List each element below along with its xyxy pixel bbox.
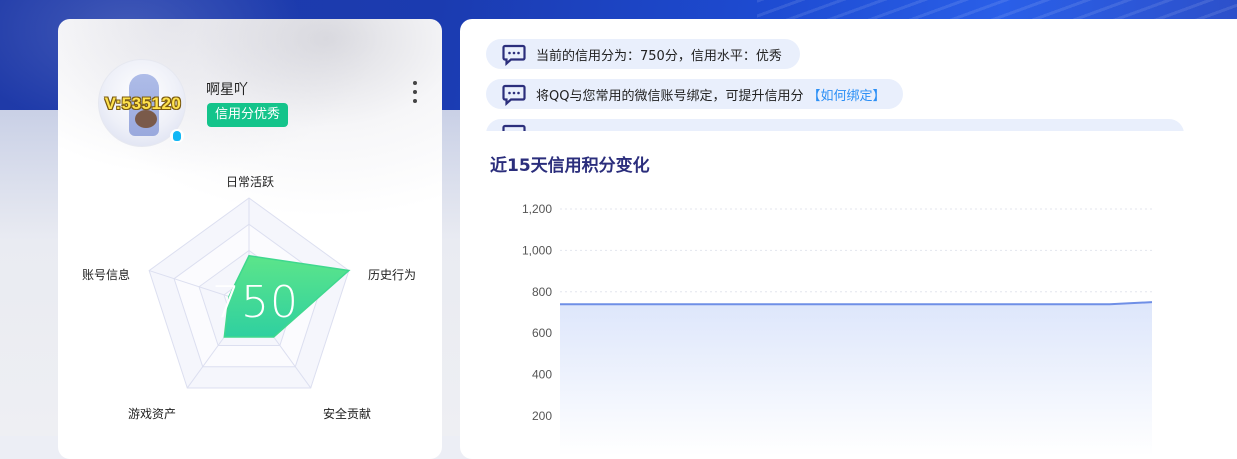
credit-trend-chart: 1,200 1,000 800 600 400 200 <box>460 189 1237 455</box>
radar-label-account-info: 账号信息 <box>82 266 130 283</box>
credit-info-card: 当前的信用分为：750分，信用水平：优秀 将QQ与您常用的微信账号绑定，可提升信… <box>460 19 1237 459</box>
y-tick-label: 200 <box>532 409 552 423</box>
credit-level-badge: 信用分优秀 <box>207 103 288 127</box>
message-icon <box>502 79 528 109</box>
series-area <box>560 302 1152 455</box>
message-icon <box>502 39 528 69</box>
vip-level-text: V:535120 <box>100 94 186 114</box>
series-line <box>560 302 1152 304</box>
profile-card: V:535120 啊星吖 信用分优秀 日常活跃 历史行为 安全贡献 游戏资产 账… <box>58 19 442 459</box>
radar-label-history: 历史行为 <box>368 266 416 283</box>
message-partial-hidden <box>486 119 1206 131</box>
y-tick-label: 600 <box>532 326 552 340</box>
more-options-icon[interactable] <box>408 81 422 103</box>
message-text: 当前的信用分为：750分，信用水平：优秀 <box>536 45 782 64</box>
y-tick-label: 800 <box>532 285 552 299</box>
radar-label-security: 安全贡献 <box>323 405 371 422</box>
y-tick-label: 400 <box>532 368 552 382</box>
radar-label-game-assets: 游戏资产 <box>128 405 176 422</box>
message-text: 将QQ与您常用的微信账号绑定，可提升信用分 <box>536 85 803 104</box>
y-tick-label: 1,200 <box>522 202 552 216</box>
radar-label-daily-activity: 日常活跃 <box>226 173 274 190</box>
how-to-bind-link[interactable]: 【如何绑定】 <box>807 85 885 104</box>
credit-score-value: 750 <box>212 277 299 328</box>
qq-icon <box>170 129 184 143</box>
message-current-score: 当前的信用分为：750分，信用水平：优秀 <box>486 39 800 69</box>
username: 啊星吖 <box>206 79 248 99</box>
y-tick-label: 1,000 <box>522 243 552 257</box>
message-icon <box>502 119 528 131</box>
message-bind-wechat: 将QQ与您常用的微信账号绑定，可提升信用分 【如何绑定】 <box>486 79 903 109</box>
chart-title: 近15天信用积分变化 <box>490 151 650 176</box>
